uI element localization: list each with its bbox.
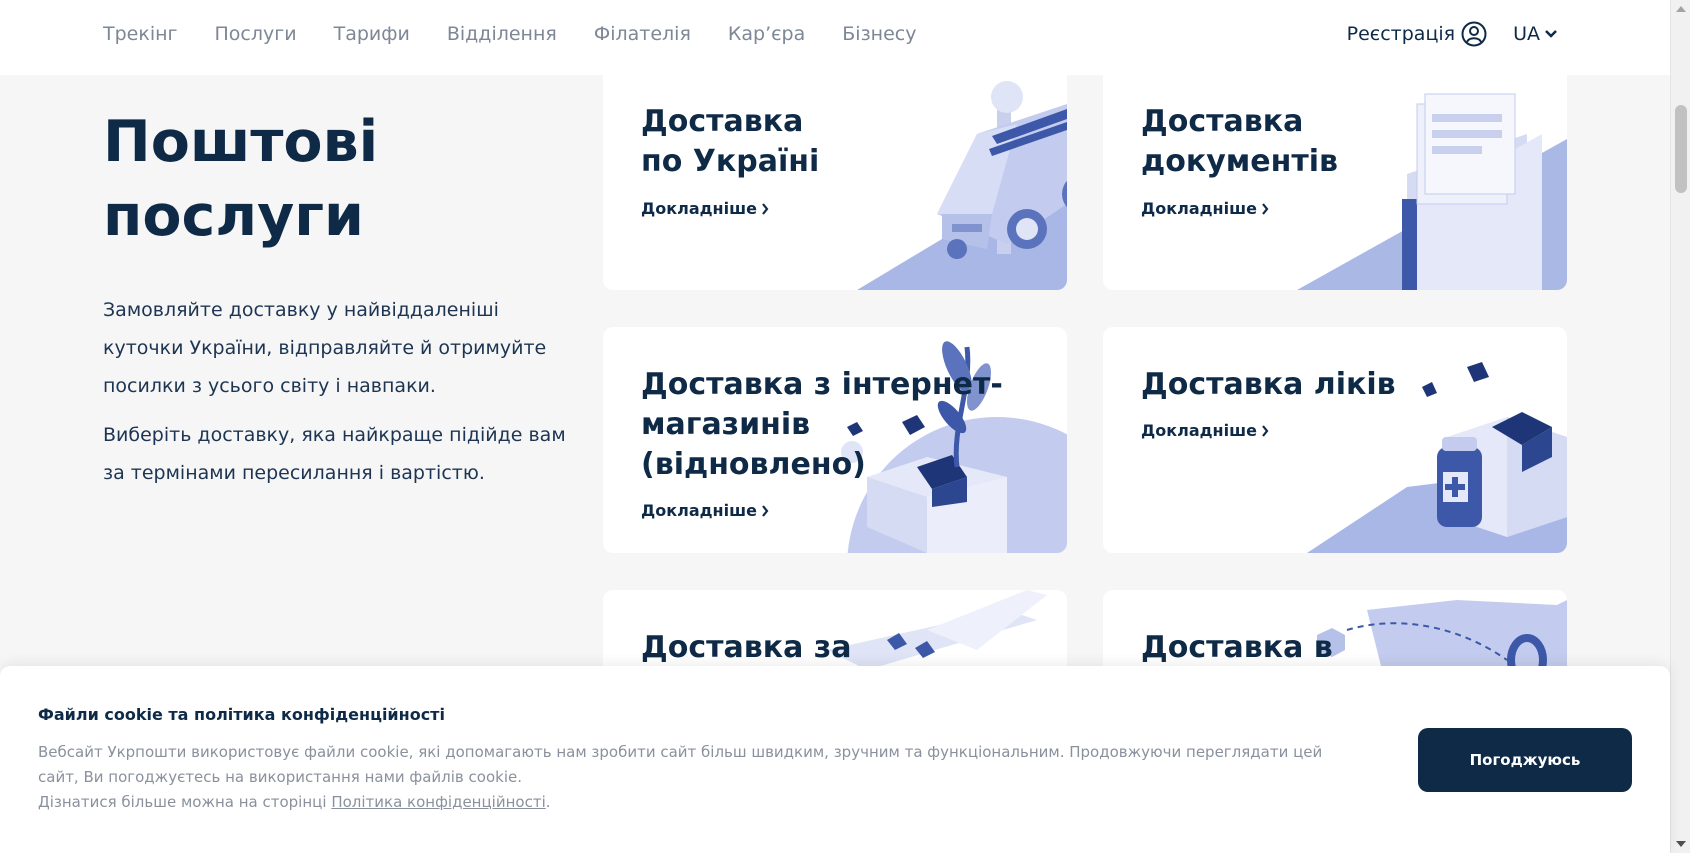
card-more-link[interactable]: Докладніше [1141, 199, 1269, 218]
scroll-thumb[interactable] [1675, 105, 1687, 193]
page-title-line2: послуги [103, 183, 364, 249]
user-icon [1461, 21, 1487, 47]
card-title-line1: Доставка з інтернет- [641, 367, 1003, 402]
card-title-line3: (відновлено) [641, 447, 866, 482]
nav-item-tracking[interactable]: Трекінг [103, 23, 178, 45]
page-title: Поштові послуги [103, 105, 603, 253]
chevron-down-icon [1545, 30, 1557, 38]
card-title-line2: по Україні [641, 144, 820, 179]
service-card-online-shops[interactable]: Доставка з інтернет- магазинів (відновле… [603, 327, 1067, 553]
nav-item-philately[interactable]: Філателія [594, 23, 691, 45]
card-more-label: Докладніше [1141, 199, 1257, 218]
card-more-label: Докладніше [641, 199, 757, 218]
register-link[interactable]: Реєстрація [1347, 21, 1487, 47]
card-title-line1: Доставка за [641, 630, 852, 665]
scroll-up-arrow-icon[interactable] [1676, 6, 1686, 12]
card-title: Доставка за [641, 628, 851, 668]
cookie-banner: Файли cookie та політика конфіденційност… [0, 666, 1670, 853]
service-card-medicines[interactable]: Доставка ліків Докладніше [1103, 327, 1567, 553]
cookie-description: Вебсайт Укрпошти використовує файли cook… [38, 743, 1323, 786]
card-title: Доставка ліків [1141, 365, 1396, 405]
accept-cookies-button[interactable]: Погоджуюсь [1418, 728, 1632, 792]
card-title-line2: документів [1141, 144, 1339, 179]
language-selector[interactable]: UA [1513, 23, 1558, 45]
nav-item-services[interactable]: Послуги [215, 23, 297, 45]
nav-item-business[interactable]: Бізнесу [842, 23, 916, 45]
cookie-title: Файли cookie та політика конфіденційност… [38, 705, 445, 724]
cookie-more-prefix: Дізнатися більше можна на сторінці [38, 793, 332, 811]
site-header: Трекінг Послуги Тарифи Відділення Філате… [0, 0, 1670, 75]
nav-item-career[interactable]: Кар’єра [728, 23, 805, 45]
language-label: UA [1513, 23, 1540, 45]
page-title-line1: Поштові [103, 109, 379, 175]
card-more-link[interactable]: Докладніше [641, 501, 769, 520]
chevron-right-icon [762, 202, 769, 215]
cookie-more-suffix: . [545, 793, 551, 811]
card-title-line1: Доставка [641, 104, 804, 139]
card-more-link[interactable]: Докладніше [641, 199, 769, 218]
card-title-line1: Доставка [1141, 104, 1304, 139]
card-title: Доставка документів [1141, 102, 1338, 182]
card-more-label: Докладніше [1141, 421, 1257, 440]
card-title: Доставка по Україні [641, 102, 819, 182]
card-title: Доставка в [1141, 628, 1333, 668]
privacy-policy-link[interactable]: Політика конфіденційності [331, 793, 545, 811]
nav-item-branches[interactable]: Відділення [447, 23, 557, 45]
hero-paragraph-1: Замовляйте доставку у найвіддаленіші кут… [103, 299, 547, 397]
card-title-line1: Доставка в [1141, 630, 1333, 665]
header-actions: Реєстрація UA [1347, 21, 1558, 47]
scroll-down-arrow-icon[interactable] [1676, 841, 1686, 847]
chevron-right-icon [1262, 202, 1269, 215]
nav-item-tariffs[interactable]: Тарифи [334, 23, 410, 45]
service-card-ukraine[interactable]: Доставка по Україні Докладніше [603, 64, 1067, 290]
service-card-documents[interactable]: Доставка документів Докладніше [1103, 64, 1567, 290]
van-illustration-icon [857, 81, 1067, 290]
page-scrollbar[interactable] [1670, 0, 1690, 853]
chevron-right-icon [762, 504, 769, 517]
card-title-line2: магазинів [641, 407, 811, 442]
main-nav: Трекінг Послуги Тарифи Відділення Філате… [103, 23, 953, 45]
cookie-text: Вебсайт Укрпошти використовує файли cook… [38, 740, 1328, 815]
chevron-right-icon [1262, 424, 1269, 437]
card-more-link[interactable]: Докладніше [1141, 421, 1269, 440]
card-title-line1: Доставка ліків [1141, 367, 1396, 402]
card-title: Доставка з інтернет- магазинів (відновле… [641, 365, 1003, 485]
medicine-box-illustration-icon [1307, 362, 1567, 553]
register-label: Реєстрація [1346, 23, 1456, 45]
card-more-label: Докладніше [641, 501, 757, 520]
hero-paragraph-2: Виберіть доставку, яка найкраще підійде … [103, 424, 566, 484]
